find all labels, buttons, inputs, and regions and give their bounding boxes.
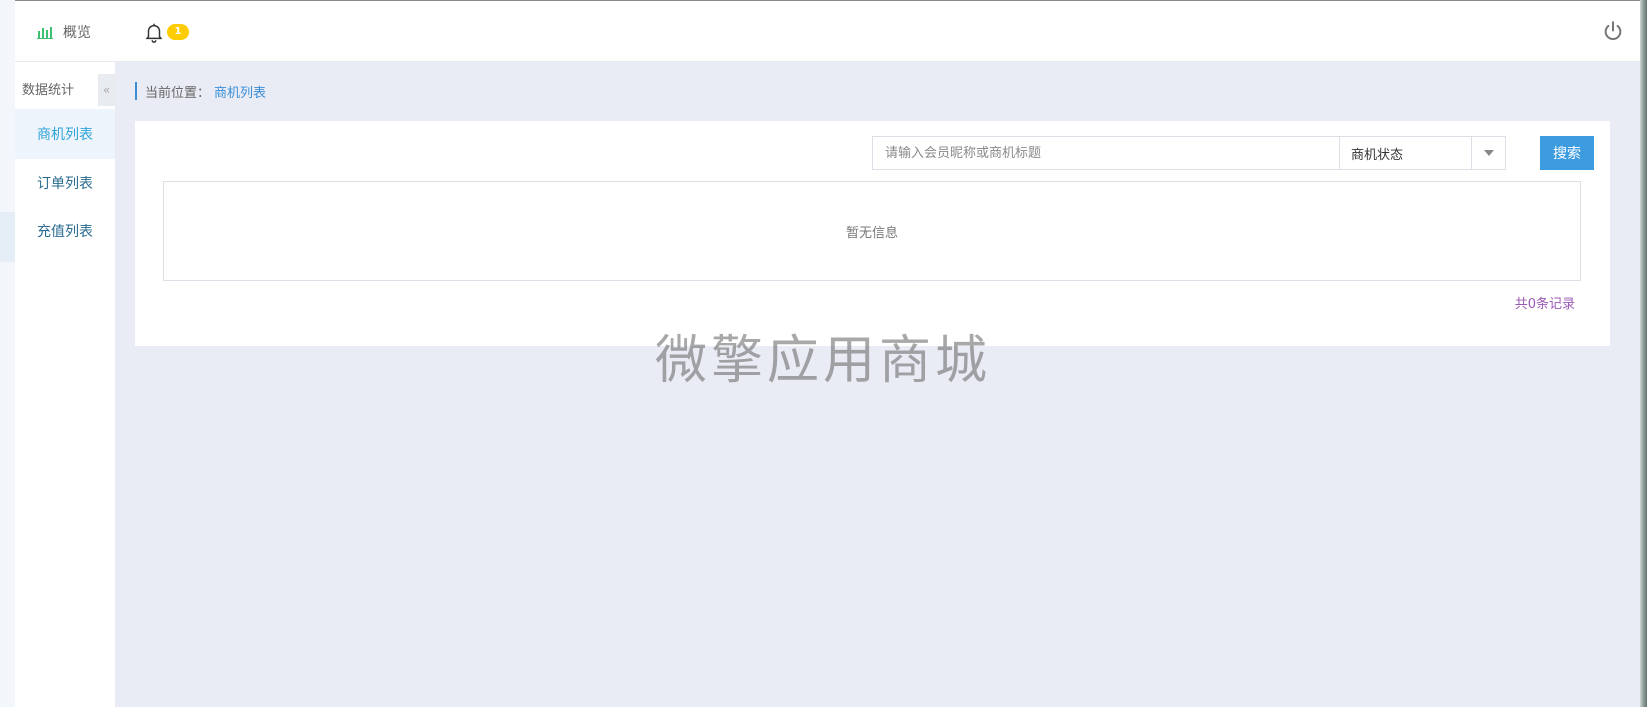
chevron-down-icon xyxy=(1483,150,1494,156)
select-toggle[interactable] xyxy=(1471,137,1505,169)
status-select-value: 商机状态 xyxy=(1351,147,1404,163)
status-select[interactable]: 商机状态 xyxy=(1339,136,1506,170)
record-count: 共0条记录 xyxy=(1514,297,1575,312)
sidebar-item-order-list[interactable]: 订单列表 xyxy=(15,158,115,208)
chevron-left-icon[interactable]: « xyxy=(98,74,115,106)
bell-icon xyxy=(145,23,163,43)
bar-chart-icon xyxy=(37,27,53,39)
top-header: 概览 1 xyxy=(15,0,1640,62)
notification-button[interactable]: 1 xyxy=(143,19,189,45)
search-button[interactable]: 搜索 xyxy=(1540,136,1594,170)
sidebar-item-business-list[interactable]: 商机列表 xyxy=(15,109,115,159)
breadcrumb: 当前位置： 商机列表 xyxy=(135,82,266,101)
sidebar-item-recharge-list[interactable]: 充值列表 xyxy=(15,206,115,256)
empty-table: 暂无信息 xyxy=(163,181,1581,281)
gutter-highlight xyxy=(0,212,15,262)
overview-label: 概览 xyxy=(63,25,91,41)
breadcrumb-prefix: 当前位置： xyxy=(145,85,211,101)
window-edge xyxy=(1640,0,1647,707)
watermark: 微擎应用商城 xyxy=(655,331,992,391)
overview-link[interactable]: 概览 xyxy=(37,21,91,43)
power-icon[interactable] xyxy=(1602,20,1624,42)
empty-message: 暂无信息 xyxy=(845,225,898,241)
left-gutter xyxy=(0,0,15,707)
notification-badge: 1 xyxy=(167,24,189,40)
sidebar: 数据统计 « 商机列表 订单列表 充值列表 xyxy=(15,62,115,707)
breadcrumb-current[interactable]: 商机列表 xyxy=(214,82,266,101)
list-panel: 商机状态 搜索 暂无信息 共0条记录 xyxy=(135,121,1610,346)
search-input[interactable] xyxy=(872,136,1340,170)
